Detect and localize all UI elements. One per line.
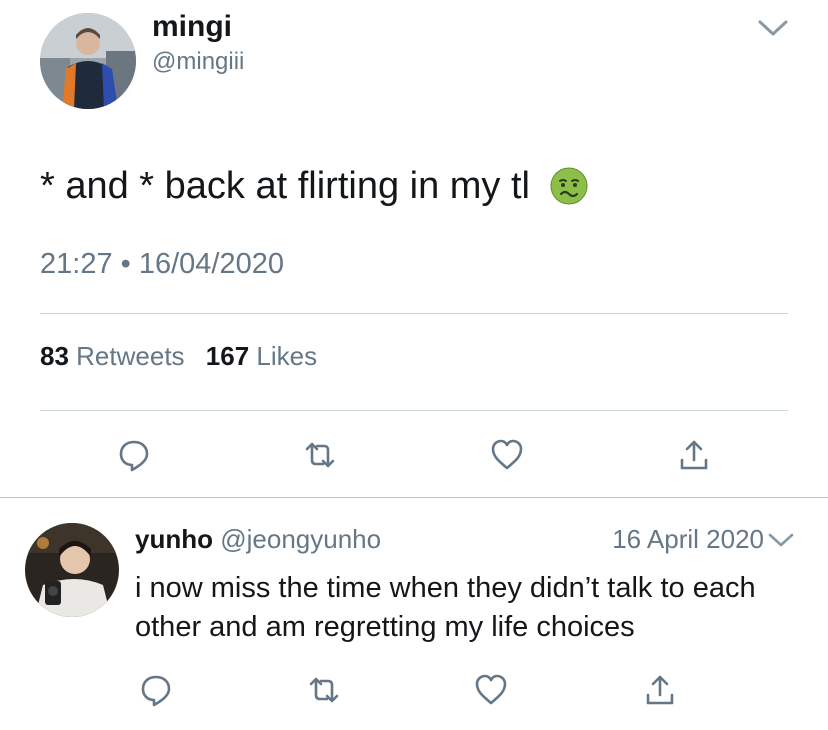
reply-user-handle[interactable]: @jeongyunho (220, 524, 381, 554)
tweet-separator (0, 497, 828, 498)
tweet-timestamp[interactable]: 21:27 • 16/04/2020 (40, 247, 284, 281)
chevron-down-icon[interactable] (767, 531, 795, 549)
like-label[interactable]: Likes (256, 341, 317, 371)
avatar-yunho[interactable] (25, 523, 119, 617)
reply-icon[interactable] (139, 673, 173, 707)
like-icon[interactable] (490, 438, 524, 472)
avatar-mingi[interactable] (40, 13, 136, 109)
share-icon[interactable] (677, 438, 711, 472)
like-icon[interactable] (474, 673, 508, 707)
nauseated-face-emoji-icon (550, 167, 588, 205)
reply-header: yunho @jeongyunho (135, 523, 381, 555)
engagement-stats: 83 Retweets 167 Likes (40, 340, 317, 372)
retweet-icon[interactable] (303, 438, 337, 472)
retweet-count[interactable]: 83 (40, 341, 69, 371)
display-name[interactable]: mingi (152, 10, 232, 44)
reply-text: i now miss the time when they didn’t tal… (135, 572, 756, 643)
reply-icon[interactable] (117, 438, 151, 472)
reply-date[interactable]: 16 April 2020 (612, 523, 764, 555)
share-icon[interactable] (643, 673, 677, 707)
tweet-body: * and * back at flirting in my tl (40, 165, 530, 207)
chevron-down-icon[interactable] (757, 18, 789, 38)
tweet-text: * and * back at flirting in my tl (40, 163, 588, 209)
divider (40, 313, 788, 314)
user-handle[interactable]: @mingiii (152, 48, 244, 76)
divider (40, 410, 788, 411)
retweet-label[interactable]: Retweets (76, 341, 184, 371)
reply-display-name[interactable]: yunho (135, 524, 213, 554)
retweet-icon[interactable] (307, 673, 341, 707)
like-count[interactable]: 167 (206, 341, 249, 371)
